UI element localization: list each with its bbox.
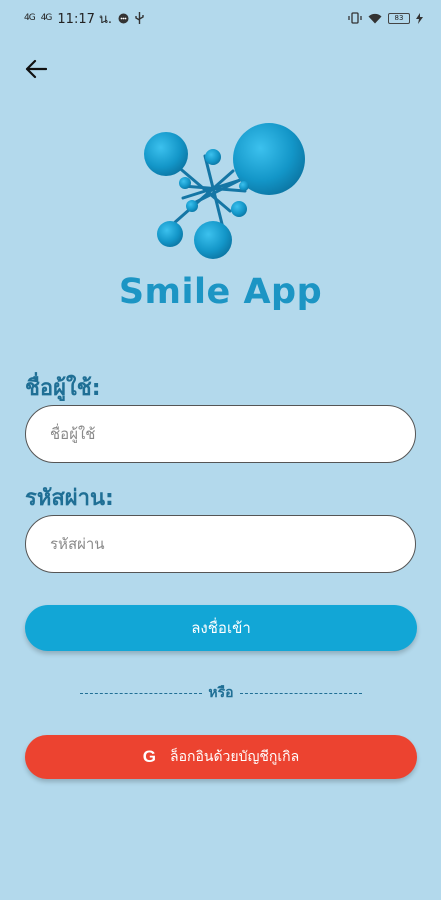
status-bar: 4G 4G 11:17 น. 83 — [0, 0, 441, 36]
usb-icon — [135, 12, 144, 24]
app-name: Smile App — [118, 272, 323, 312]
arrow-left-icon — [25, 59, 47, 79]
app-logo-icon — [144, 123, 305, 259]
back-button[interactable] — [22, 55, 50, 83]
divider-line — [239, 692, 362, 694]
charging-icon — [416, 12, 423, 24]
status-bar-left: 4G 4G 11:17 น. — [24, 8, 144, 29]
signal-icon: 4G — [40, 13, 53, 23]
login-button[interactable]: ลงชื่อเข้า — [25, 605, 417, 651]
wifi-icon — [368, 13, 382, 23]
password-label: รหัสผ่าน: — [25, 486, 114, 511]
google-login-button[interactable]: G ล็อกอินด้วยบัญชีกูเกิล — [25, 735, 417, 779]
password-input[interactable] — [25, 515, 416, 573]
google-icon: G — [142, 747, 156, 766]
divider-text: หรือ — [208, 685, 234, 701]
signal-icon: 4G — [24, 13, 36, 23]
status-time: 11:17 น. — [57, 11, 113, 27]
login-button-label: ลงชื่อเข้า — [191, 620, 251, 637]
battery-icon: 83 — [388, 12, 410, 24]
chat-icon — [118, 13, 129, 23]
or-divider: หรือ — [80, 682, 362, 704]
google-login-label: ล็อกอินด้วยบัญชีกูเกิล — [170, 748, 300, 764]
username-input[interactable] — [25, 405, 416, 463]
status-bar-right: 83 — [348, 12, 423, 24]
vibrate-icon — [348, 12, 362, 24]
divider-line — [80, 692, 203, 694]
username-label: ชื่อผู้ใช้: — [25, 376, 101, 401]
